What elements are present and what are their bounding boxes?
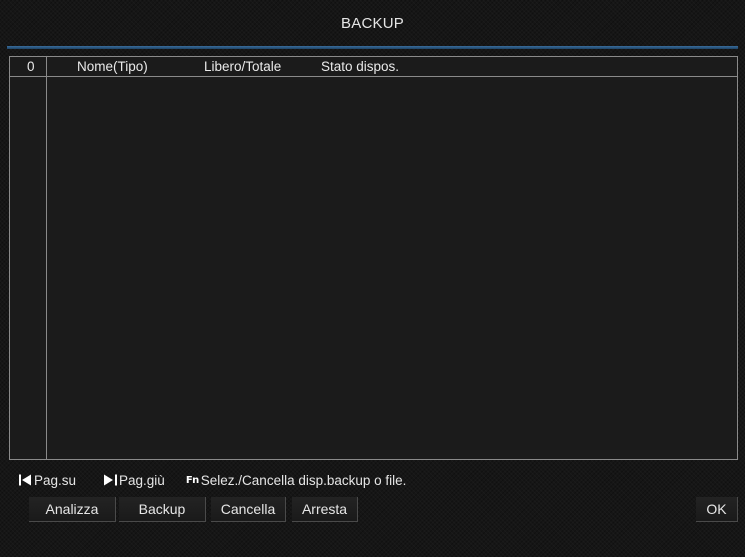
title-divider <box>7 46 738 49</box>
backup-button[interactable]: Backup <box>119 497 206 522</box>
skip-back-icon <box>19 474 32 486</box>
hint-fn: Fn Selez./Cancella disp.backup o file. <box>186 473 407 488</box>
column-header-state[interactable]: Stato dispos. <box>321 59 399 74</box>
hint-page-down-label: Pag.giù <box>119 472 165 488</box>
device-list-panel[interactable]: 0 Nome(Tipo) Libero/Totale Stato dispos. <box>9 56 738 460</box>
index-column-divider <box>46 57 47 459</box>
hint-page-down: Pag.giù <box>104 473 165 488</box>
column-header-name[interactable]: Nome(Tipo) <box>77 59 148 74</box>
hint-bar: Pag.su Pag.giù Fn Selez./Cancella disp.b… <box>19 471 406 489</box>
hint-fn-label: Selez./Cancella disp.backup o file. <box>200 472 407 488</box>
fn-key-icon: Fn <box>185 474 199 486</box>
column-header-index[interactable]: 0 <box>27 59 35 74</box>
column-header-free-total[interactable]: Libero/Totale <box>204 59 281 74</box>
skip-forward-icon <box>104 474 118 486</box>
delete-button[interactable]: Cancella <box>211 497 286 522</box>
hint-page-up: Pag.su <box>19 473 76 488</box>
table-header: 0 Nome(Tipo) Libero/Totale Stato dispos. <box>10 57 737 77</box>
analyze-button[interactable]: Analizza <box>29 497 116 522</box>
backup-screen: BACKUP 0 Nome(Tipo) Libero/Totale Stato … <box>0 0 745 557</box>
ok-button[interactable]: OK <box>696 497 738 522</box>
hint-page-up-label: Pag.su <box>34 472 77 488</box>
stop-button[interactable]: Arresta <box>292 497 358 522</box>
window-title: BACKUP <box>341 14 404 32</box>
